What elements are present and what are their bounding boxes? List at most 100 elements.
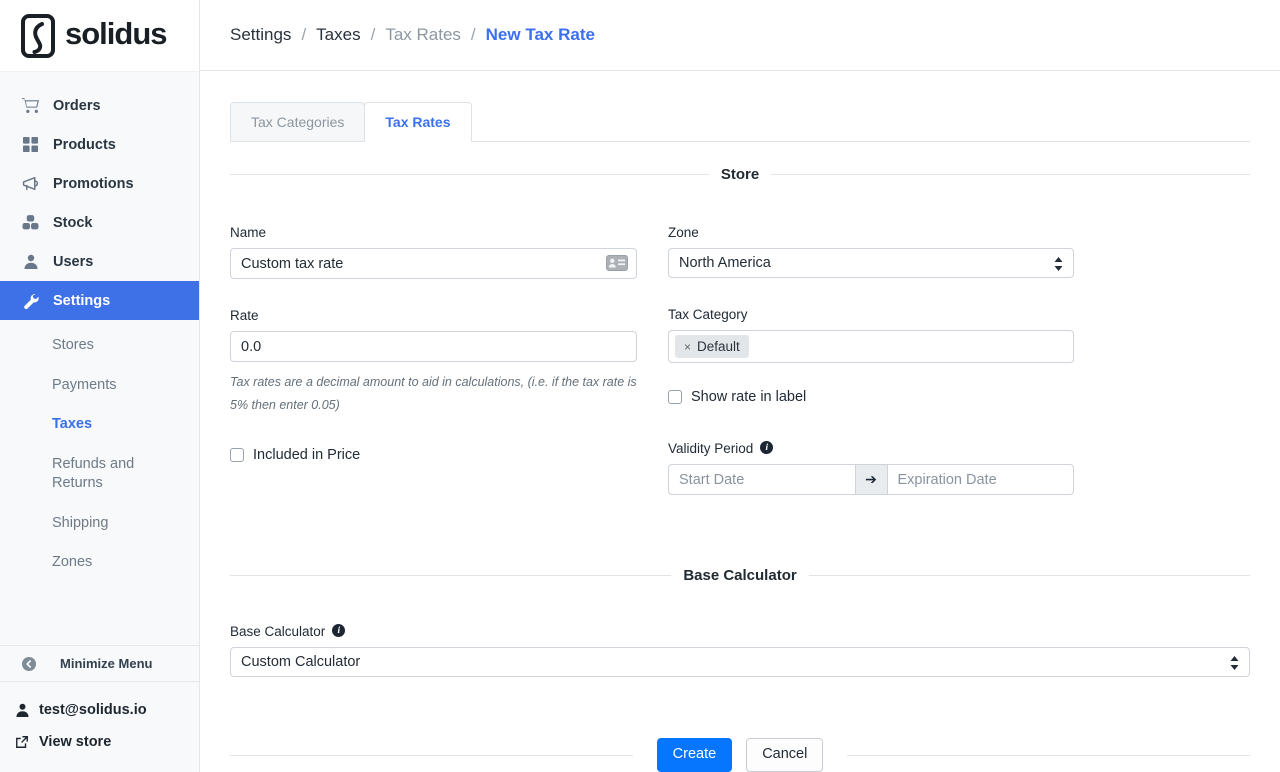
tax-category-multiselect[interactable]: × Default <box>668 330 1074 363</box>
divider <box>847 755 1250 756</box>
minimize-menu-button[interactable]: Minimize Menu <box>0 645 199 682</box>
show-rate-in-label-label: Show rate in label <box>691 389 806 405</box>
tab-tax-categories[interactable]: Tax Categories <box>230 102 365 141</box>
sidebar-item-orders[interactable]: Orders <box>0 86 199 125</box>
divider <box>809 575 1250 576</box>
logo-wordmark: solidus <box>65 18 167 53</box>
included-in-price-label: Included in Price <box>253 447 360 463</box>
tax-category-tag-label: Default <box>697 339 740 354</box>
account-link[interactable]: test@solidus.io <box>14 694 199 726</box>
name-input[interactable] <box>230 248 637 279</box>
breadcrumb-new-tax-rate: New Tax Rate <box>486 25 595 45</box>
chevron-left-circle-icon <box>22 657 36 671</box>
sidebar-item-promotions[interactable]: Promotions <box>0 164 199 203</box>
external-link-icon <box>14 735 30 749</box>
main-area: Settings / Taxes / Tax Rates / New Tax R… <box>200 0 1280 772</box>
sidebar: solidus Orders Products Promotions Stock <box>0 0 200 772</box>
tax-rate-form: Name Rate Tax rates are a decimal amount… <box>230 225 1250 495</box>
topbar: Settings / Taxes / Tax Rates / New Tax R… <box>200 0 1280 71</box>
rate-label: Rate <box>230 308 637 323</box>
form-actions: Create Cancel <box>230 738 1250 772</box>
logo[interactable]: solidus <box>0 0 199 72</box>
validity-period-range: ➔ <box>668 464 1074 495</box>
start-date-input[interactable] <box>668 464 855 495</box>
create-button[interactable]: Create <box>657 738 733 772</box>
breadcrumb-tax-rates[interactable]: Tax Rates <box>385 25 461 45</box>
divider <box>230 575 671 576</box>
breadcrumb-taxes[interactable]: Taxes <box>316 25 360 45</box>
divider <box>230 174 709 175</box>
sidebar-item-label: Promotions <box>53 176 134 192</box>
cubes-icon <box>22 214 39 231</box>
sidebar-item-users[interactable]: Users <box>0 242 199 281</box>
remove-tag-icon[interactable]: × <box>684 340 691 354</box>
sidebar-item-label: Orders <box>53 98 101 114</box>
select-chevrons-icon <box>1053 256 1064 276</box>
base-calculator-label: Base Calculator <box>230 624 325 639</box>
form-left-column: Name Rate Tax rates are a decimal amount… <box>230 225 637 495</box>
breadcrumb: Settings / Taxes / Tax Rates / New Tax R… <box>230 25 595 45</box>
validity-period-field-group: Validity Period i ➔ <box>668 441 1074 495</box>
sidebar-footer: test@solidus.io View store <box>0 682 199 772</box>
tab-bar: Tax Categories Tax Rates <box>230 102 1250 142</box>
sidebar-item-zones[interactable]: Zones <box>0 543 199 583</box>
sidebar-item-label: Stock <box>53 215 93 231</box>
minimize-menu-label: Minimize Menu <box>60 656 152 671</box>
sidebar-item-label: Users <box>53 254 93 270</box>
zone-field-group: Zone North America <box>668 225 1074 278</box>
sidebar-item-label: Settings <box>53 293 110 309</box>
section-title-store: Store <box>709 166 771 183</box>
base-calculator-field-group: Base Calculator i Custom Calculator <box>230 624 1250 677</box>
name-label: Name <box>230 225 637 240</box>
sidebar-item-stores[interactable]: Stores <box>0 326 199 366</box>
rate-hint-text: Tax rates are a decimal amount to aid in… <box>230 371 637 416</box>
base-calculator-select[interactable]: Custom Calculator <box>230 647 1250 677</box>
base-calculator-section-heading: Base Calculator <box>230 567 1250 584</box>
sidebar-item-shipping[interactable]: Shipping <box>0 504 199 544</box>
sidebar-item-taxes[interactable]: Taxes <box>0 405 199 445</box>
sidebar-bottom: Minimize Menu test@solidus.io View store <box>0 645 199 772</box>
contact-card-icon[interactable] <box>606 255 628 274</box>
validity-period-label: Validity Period <box>668 441 753 456</box>
cancel-button[interactable]: Cancel <box>746 738 823 772</box>
zone-select[interactable]: North America <box>668 248 1074 278</box>
select-chevrons-icon <box>1229 655 1240 675</box>
info-icon[interactable]: i <box>332 624 345 637</box>
tab-tax-rates[interactable]: Tax Rates <box>364 102 471 142</box>
sidebar-nav: Orders Products Promotions Stock Users <box>0 72 199 587</box>
included-in-price-row[interactable]: Included in Price <box>230 447 637 463</box>
view-store-link[interactable]: View store <box>14 726 199 758</box>
divider <box>771 174 1250 175</box>
tax-category-tag: × Default <box>675 335 749 358</box>
grid-icon <box>22 136 39 153</box>
sidebar-item-payments[interactable]: Payments <box>0 366 199 406</box>
sidebar-item-products[interactable]: Products <box>0 125 199 164</box>
tax-category-label: Tax Category <box>668 307 1074 322</box>
info-icon[interactable]: i <box>760 441 773 454</box>
sidebar-item-settings[interactable]: Settings <box>0 281 199 320</box>
expiration-date-input[interactable] <box>888 464 1075 495</box>
breadcrumb-separator: / <box>371 25 376 45</box>
sidebar-item-refunds-and-returns[interactable]: Refunds and Returns <box>0 445 199 504</box>
breadcrumb-settings[interactable]: Settings <box>230 25 291 45</box>
name-field-group: Name <box>230 225 637 279</box>
wrench-icon <box>22 292 39 309</box>
rate-input[interactable] <box>230 331 637 362</box>
show-rate-in-label-checkbox[interactable] <box>668 390 682 404</box>
settings-subnav: Stores Payments Taxes Refunds and Return… <box>0 320 199 587</box>
show-rate-in-label-row[interactable]: Show rate in label <box>668 389 1074 405</box>
form-right-column: Zone North America Tax Category × Defaul… <box>668 225 1074 495</box>
zone-label: Zone <box>668 225 1074 240</box>
solidus-logo-icon <box>20 13 56 59</box>
zone-selected-value: North America <box>679 255 771 271</box>
user-icon <box>14 703 30 717</box>
breadcrumb-separator: / <box>301 25 306 45</box>
rate-field-group: Rate Tax rates are a decimal amount to a… <box>230 308 637 416</box>
store-section-heading: Store <box>230 166 1250 183</box>
sidebar-item-stock[interactable]: Stock <box>0 203 199 242</box>
included-in-price-checkbox[interactable] <box>230 448 244 462</box>
section-title-base-calculator: Base Calculator <box>671 567 808 584</box>
arrow-right-icon: ➔ <box>855 464 888 495</box>
breadcrumb-separator: / <box>471 25 476 45</box>
megaphone-icon <box>22 175 39 192</box>
